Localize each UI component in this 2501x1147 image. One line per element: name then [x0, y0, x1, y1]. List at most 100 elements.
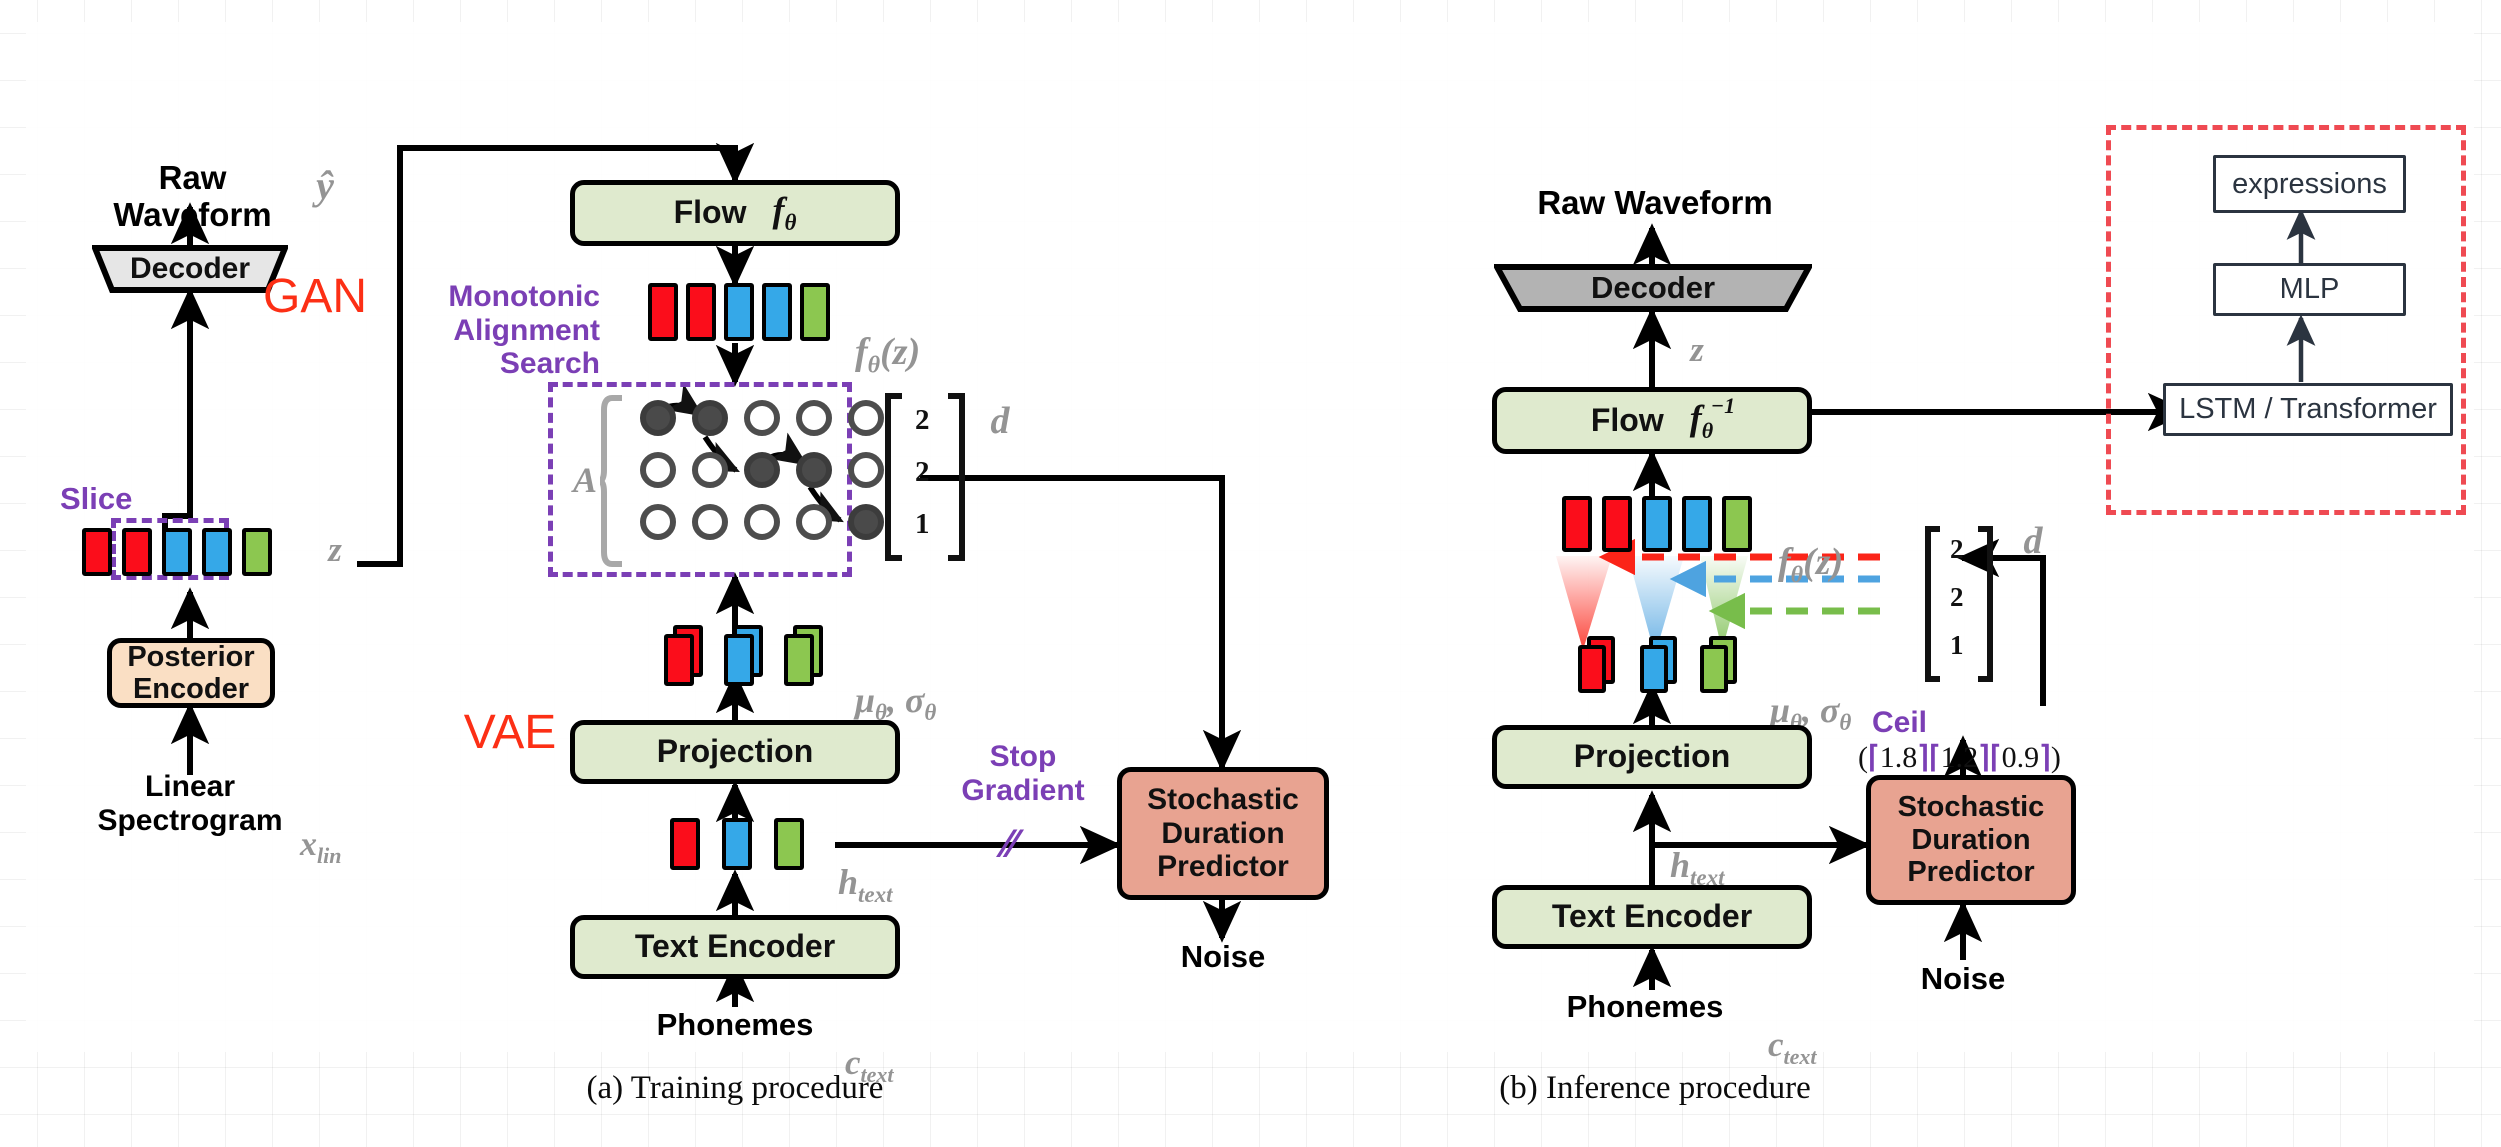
inference-flow-block[interactable]: Flow fθ −1	[1492, 387, 1812, 454]
token-fz-1	[686, 283, 716, 341]
inf-token-fz-2	[1642, 496, 1672, 552]
matrix-cell-0-3	[796, 400, 832, 436]
inference-d-value-1: 2	[1950, 582, 1964, 612]
matrix-cell-0-0	[640, 400, 676, 436]
matrix-cell-2-0	[640, 504, 676, 540]
inf-token-fz-4	[1722, 496, 1752, 552]
stop-gradient-glyph: ∕∕	[1003, 822, 1017, 866]
inference-h-text-symbol: htext	[1670, 845, 1725, 891]
token-mu-1	[724, 625, 770, 692]
ceil-left-bracket-1: ⌈	[1928, 741, 1941, 774]
training-text-encoder-block[interactable]: Text Encoder	[570, 915, 900, 979]
matrix-cell-2-1	[692, 504, 728, 540]
ceil-value-0: 1.8	[1879, 741, 1918, 774]
slice-label: Slice	[60, 481, 133, 516]
matrix-cell-2-3	[796, 504, 832, 540]
training-sdp-block[interactable]: Stochastic Duration Predictor	[1117, 767, 1329, 900]
training-d-value-1: 2	[915, 456, 930, 488]
htext-base: h	[838, 862, 859, 903]
token-fz-4	[800, 283, 830, 341]
training-flow-block[interactable]: Flow fθ	[570, 180, 900, 246]
ceil-right-bracket-0: ⌉	[1917, 741, 1929, 774]
training-d-value-0: 2	[915, 404, 930, 436]
caption-inference: (b) Inference procedure	[1499, 1070, 1811, 1106]
mas-label: Monotonic Alignment Search	[448, 280, 600, 381]
ceil-left-bracket-2: ⌈	[1989, 741, 2002, 774]
expressions-block[interactable]: expressions	[2213, 155, 2406, 213]
inf-token-mu-0	[1578, 636, 1624, 701]
training-d-symbol: d	[990, 400, 1010, 442]
token-z-4	[242, 528, 272, 576]
training-linear-spectrogram-label: Linear Spectrogram	[97, 770, 283, 837]
inference-d-symbol: d	[2023, 520, 2043, 562]
matrix-cell-1-3	[796, 452, 832, 488]
token-htext-2	[774, 818, 804, 870]
ceil-label: Ceil	[1872, 706, 1928, 739]
vae-label: VAE	[463, 706, 557, 759]
ceil-value-2: 0.9	[2001, 741, 2040, 774]
inf-token-fz-3	[1682, 496, 1712, 552]
ceil-close-paren: )	[2050, 741, 2061, 774]
x-lin-sub: lin	[317, 842, 342, 868]
fz-arg: (z)	[880, 330, 921, 373]
inference-sdp-block[interactable]: Stochastic Duration Predictor	[1866, 775, 2076, 905]
inf-token-mu-1	[1640, 636, 1686, 701]
training-y-hat-symbol: ŷ	[316, 163, 334, 208]
inference-flow-label: Flow	[1590, 401, 1664, 438]
fz-base: f	[855, 330, 868, 373]
matrix-cell-1-2	[744, 452, 780, 488]
ceil-value-1: 1.2	[1940, 741, 1979, 774]
mlp-block[interactable]: MLP	[2213, 263, 2406, 316]
inference-decoder-trapezoid-shape	[1494, 264, 1812, 312]
token-htext-0	[670, 818, 700, 870]
inference-flow-symbol: fθ −1	[1689, 392, 1736, 443]
token-z-1	[122, 528, 152, 576]
training-phonemes-label: Phonemes	[656, 1007, 814, 1042]
token-fz-0	[648, 283, 678, 341]
training-noise-label: Noise	[1180, 939, 1266, 974]
mu-base: μ	[855, 680, 876, 721]
training-flow-label: Flow	[673, 194, 747, 231]
ceil-expression: (⌈1.8⌉⌈1.2⌉⌈0.9⌉)	[1858, 740, 2148, 775]
figure-stage: Raw Waveform ŷ Decoder GAN Slice z Poste…	[0, 0, 2501, 1147]
token-htext-1	[722, 818, 752, 870]
lstm-transformer-block[interactable]: LSTM / Transformer	[2163, 383, 2453, 436]
matrix-cell-2-2	[744, 504, 780, 540]
training-projection-block[interactable]: Projection	[570, 720, 900, 784]
ceil-right-bracket-2: ⌉	[2039, 741, 2051, 774]
inf-fz-base: f	[1778, 540, 1791, 583]
caption-training: (a) Training procedure	[586, 1070, 884, 1106]
token-mu-0	[664, 625, 710, 692]
token-fz-2	[724, 283, 754, 341]
matrix-cell-0-1	[692, 400, 728, 436]
training-fz-symbol: fθ(z)	[855, 288, 1035, 379]
inference-raw-waveform-label: Raw Waveform	[1537, 184, 1773, 221]
matrix-cell-1-0	[640, 452, 676, 488]
inference-text-encoder-block[interactable]: Text Encoder	[1492, 885, 1812, 949]
inference-decoder-block[interactable]: Decoder	[1494, 264, 1812, 312]
token-z-0	[82, 528, 112, 576]
matrix-cell-0-2	[744, 400, 780, 436]
inf-token-fz-0	[1562, 496, 1592, 552]
token-fz-3	[762, 283, 792, 341]
matrix-cell-1-1	[692, 452, 728, 488]
matrix-bracket	[600, 395, 622, 567]
matrix-cell-0-4	[848, 400, 884, 436]
x-lin-base: x	[300, 826, 317, 864]
matrix-A-symbol: A	[572, 460, 597, 500]
token-mu-2	[784, 625, 830, 692]
inference-d-value-0: 2	[1950, 534, 1964, 564]
inference-z-symbol: z	[1690, 330, 1704, 369]
inference-c-text-symbol: ctext	[1768, 1025, 1817, 1070]
inf-sigma-base: σ	[1819, 690, 1840, 731]
stop-gradient-label: Stop Gradient	[961, 740, 1085, 807]
inf-token-fz-1	[1602, 496, 1632, 552]
gan-label: GAN	[262, 270, 367, 323]
sigma-base: σ	[904, 680, 925, 721]
matrix-cell-1-4	[848, 452, 884, 488]
posterior-encoder-block[interactable]: Posterior Encoder	[107, 638, 275, 708]
training-mu-sigma-symbol: μθ, σθ	[855, 680, 937, 726]
inference-projection-block[interactable]: Projection	[1492, 725, 1812, 789]
inf-htext-base: h	[1670, 845, 1691, 886]
fz-sub: θ	[867, 352, 881, 379]
